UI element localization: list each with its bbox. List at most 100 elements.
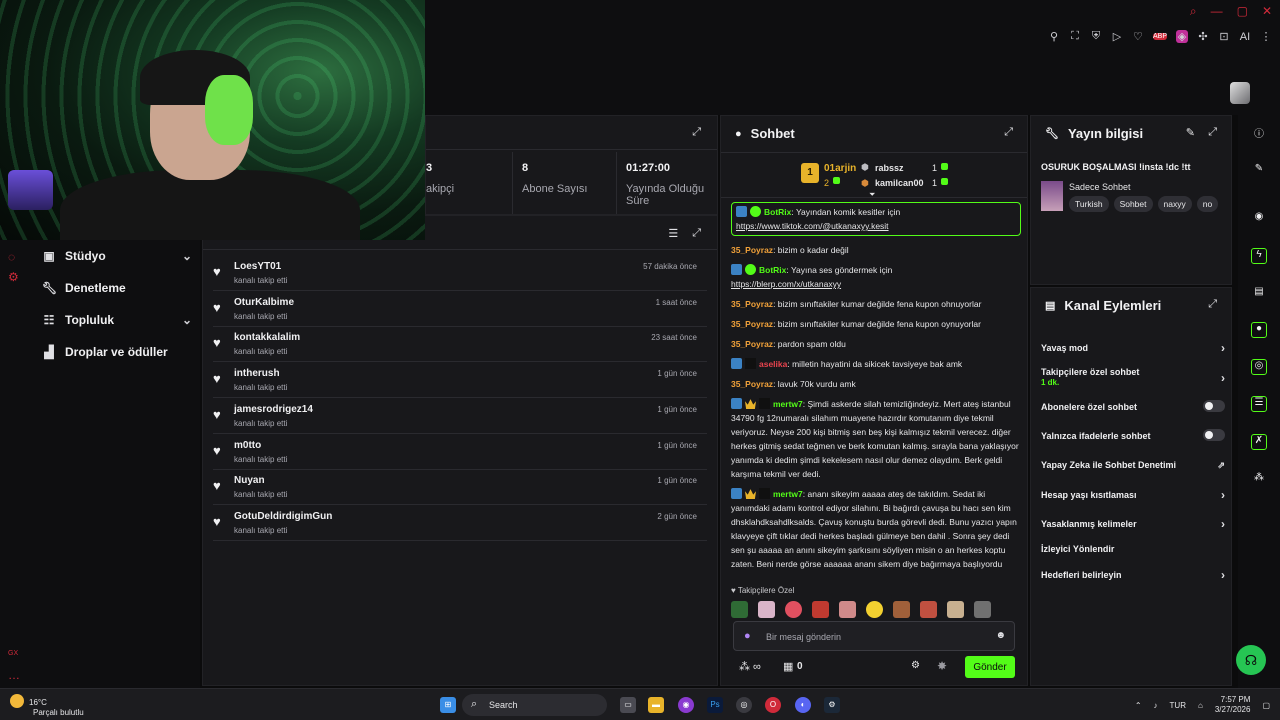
- photoshop-icon[interactable]: Ps: [707, 697, 723, 713]
- tag[interactable]: naxyy: [1157, 196, 1192, 212]
- pin-icon[interactable]: ⚲: [1048, 30, 1060, 43]
- microphone-icon[interactable]: ♪: [1154, 701, 1158, 710]
- action-banned-words[interactable]: Yasaklanmış kelimeler ›: [1041, 517, 1225, 531]
- action-goals[interactable]: Hedefleri belirleyin ›: [1041, 568, 1225, 582]
- menu-icon[interactable]: ⋮: [1260, 30, 1272, 43]
- chat-messages[interactable]: BotRix: Yayından komik kesitler için htt…: [731, 202, 1021, 582]
- chat-link[interactable]: https://blerp.com/x/utkanaxyy: [731, 279, 841, 289]
- emote-icon[interactable]: [731, 601, 748, 618]
- follower-name[interactable]: Nuyan: [234, 475, 265, 486]
- follower-row[interactable]: ♥ GotuDeldirdigimGun kanalı takip etti 2 gü…: [213, 506, 707, 541]
- collapse-icon[interactable]: ⏷: [869, 190, 875, 200]
- gear-icon[interactable]: ⚙: [911, 660, 920, 671]
- popout-icon[interactable]: ⤢: [1208, 126, 1217, 139]
- nav-item-drops[interactable]: ▟ Droplar ve ödüller: [42, 338, 192, 366]
- info-icon[interactable]: ⓘ: [1251, 125, 1267, 141]
- follower-name[interactable]: jamesrodrigez14: [234, 404, 313, 415]
- messenger-icon[interactable]: ◌: [8, 250, 15, 264]
- support-button[interactable]: ☊: [1236, 645, 1266, 675]
- minimize-icon[interactable]: —: [1211, 4, 1223, 19]
- chat-username[interactable]: 35_Poyraz: [731, 339, 773, 349]
- media-app-icon[interactable]: ◉: [678, 697, 694, 713]
- screenshot-icon[interactable]: ⛶: [1069, 30, 1081, 43]
- chat-username[interactable]: 35_Poyraz: [731, 319, 773, 329]
- emote-icon[interactable]: [839, 601, 856, 618]
- action-emotes-only[interactable]: Yalnızca ifadelerle sohbet: [1041, 429, 1225, 441]
- action-slow-mode[interactable]: Yavaş mod ›: [1041, 341, 1225, 355]
- chat-username[interactable]: aselika: [759, 359, 787, 369]
- popout-icon[interactable]: ⤢: [692, 227, 701, 240]
- broadcast-icon[interactable]: ◎: [1251, 359, 1267, 375]
- windows-start-icon[interactable]: ⊞: [440, 697, 456, 713]
- task-view-icon[interactable]: ▭: [620, 697, 636, 713]
- popout-icon[interactable]: ⤢: [1208, 298, 1217, 311]
- follower-row[interactable]: ♥ LoesYT01 kanalı takip etti 57 dakika önce: [213, 256, 707, 291]
- follower-row[interactable]: ♥ intherush kanalı takip etti 1 gün önce: [213, 363, 707, 399]
- lock-icon[interactable]: ⊡: [1218, 30, 1230, 43]
- emote-icon[interactable]: [947, 601, 964, 618]
- discord-icon[interactable]: ◐: [795, 697, 811, 713]
- chat-username[interactable]: 35_Poyraz: [731, 299, 773, 309]
- wrench-icon[interactable]: ✗: [1251, 434, 1267, 450]
- chat-username[interactable]: 35_Poyraz: [731, 245, 773, 255]
- notification-icon[interactable]: ▢: [1262, 701, 1270, 710]
- edit-icon[interactable]: ✎: [1251, 163, 1267, 179]
- subs-only-toggle[interactable]: [1203, 400, 1225, 412]
- tag[interactable]: no: [1196, 196, 1219, 212]
- extension-icon[interactable]: ◈: [1176, 30, 1188, 43]
- chat-link[interactable]: https://www.tiktok.com/@utkanaxyy.kesit: [736, 221, 889, 231]
- file-explorer-icon[interactable]: ▬: [648, 697, 664, 713]
- emote-icon[interactable]: [866, 601, 883, 618]
- popout-icon[interactable]: ⤢: [1004, 126, 1013, 139]
- follower-row[interactable]: ♥ m0tto kanalı takip etti 1 gün önce: [213, 435, 707, 470]
- chat-username[interactable]: BotRix: [764, 207, 791, 217]
- profile-avatar[interactable]: [1230, 82, 1250, 104]
- action-followers-only[interactable]: Takipçilere özel sohbet 1 dk. ›: [1041, 367, 1225, 387]
- community-icon[interactable]: ⁂: [1251, 472, 1267, 488]
- filter-icon[interactable]: ☰: [668, 227, 678, 240]
- send-button[interactable]: Gönder: [965, 656, 1015, 678]
- follower-name[interactable]: m0tto: [234, 440, 261, 451]
- clock[interactable]: 7:57 PM 3/27/2026: [1215, 695, 1251, 715]
- sticker-icon[interactable]: ✸: [937, 659, 947, 673]
- action-viewer-redirect[interactable]: İzleyici Yönlendir: [1041, 544, 1225, 554]
- nav-item-moderation[interactable]: 🔧︎ Denetleme: [42, 274, 192, 302]
- microphone-icon[interactable]: ●: [744, 630, 751, 642]
- emotes-only-toggle[interactable]: [1203, 429, 1225, 441]
- list-icon[interactable]: ☰: [1251, 396, 1267, 412]
- edit-icon[interactable]: ✎: [1186, 126, 1195, 139]
- close-icon[interactable]: ✕: [1262, 4, 1272, 19]
- puzzle-icon[interactable]: ✣: [1197, 30, 1209, 43]
- document-icon[interactable]: ▤: [1251, 286, 1267, 302]
- heart-icon[interactable]: ♡: [1132, 30, 1144, 43]
- chevron-up-icon[interactable]: ⌃: [1135, 701, 1142, 710]
- taskbar-search[interactable]: ⌕ Search: [462, 694, 607, 716]
- network-icon[interactable]: ⌂: [1198, 701, 1203, 710]
- tag[interactable]: Sohbet: [1113, 196, 1153, 212]
- weather-widget[interactable]: 16°C Parçalı bulutlu: [10, 694, 84, 718]
- more-icon[interactable]: …: [8, 668, 20, 682]
- emote-icon[interactable]: [785, 601, 802, 618]
- follower-name[interactable]: OturKalbime: [234, 297, 294, 308]
- chat-username[interactable]: mertw7: [773, 489, 803, 499]
- stream-category[interactable]: Sadece Sohbet: [1069, 182, 1131, 192]
- chat-username[interactable]: 35_Poyraz: [731, 379, 773, 389]
- maximize-icon[interactable]: ▢: [1237, 4, 1248, 19]
- follower-name[interactable]: LoesYT01: [234, 261, 281, 272]
- settings-icon[interactable]: ⚙: [8, 270, 19, 284]
- store-icon[interactable]: ▦: [783, 660, 793, 673]
- emote-icon[interactable]: [812, 601, 829, 618]
- chat-message-input[interactable]: [766, 629, 986, 645]
- chat-icon[interactable]: ●: [1251, 322, 1267, 338]
- adblock-icon[interactable]: ABP: [1152, 33, 1167, 40]
- camera-icon[interactable]: ◉: [1251, 211, 1267, 227]
- emote-icon[interactable]: [920, 601, 937, 618]
- play-icon[interactable]: ▷: [1111, 30, 1123, 43]
- follower-name[interactable]: intherush: [234, 368, 280, 379]
- action-subs-only[interactable]: Abonelere özel sohbet: [1041, 400, 1225, 412]
- popout-icon[interactable]: ⤢: [692, 126, 701, 139]
- nav-item-studio[interactable]: ▣ Stüdyo ⌄: [42, 242, 192, 270]
- opera-gx-icon[interactable]: O: [765, 697, 781, 713]
- action-ai-moderation[interactable]: Yapay Zeka ile Sohbet Denetimi ⇗: [1041, 460, 1225, 470]
- follower-name[interactable]: kontakkalalim: [234, 332, 300, 343]
